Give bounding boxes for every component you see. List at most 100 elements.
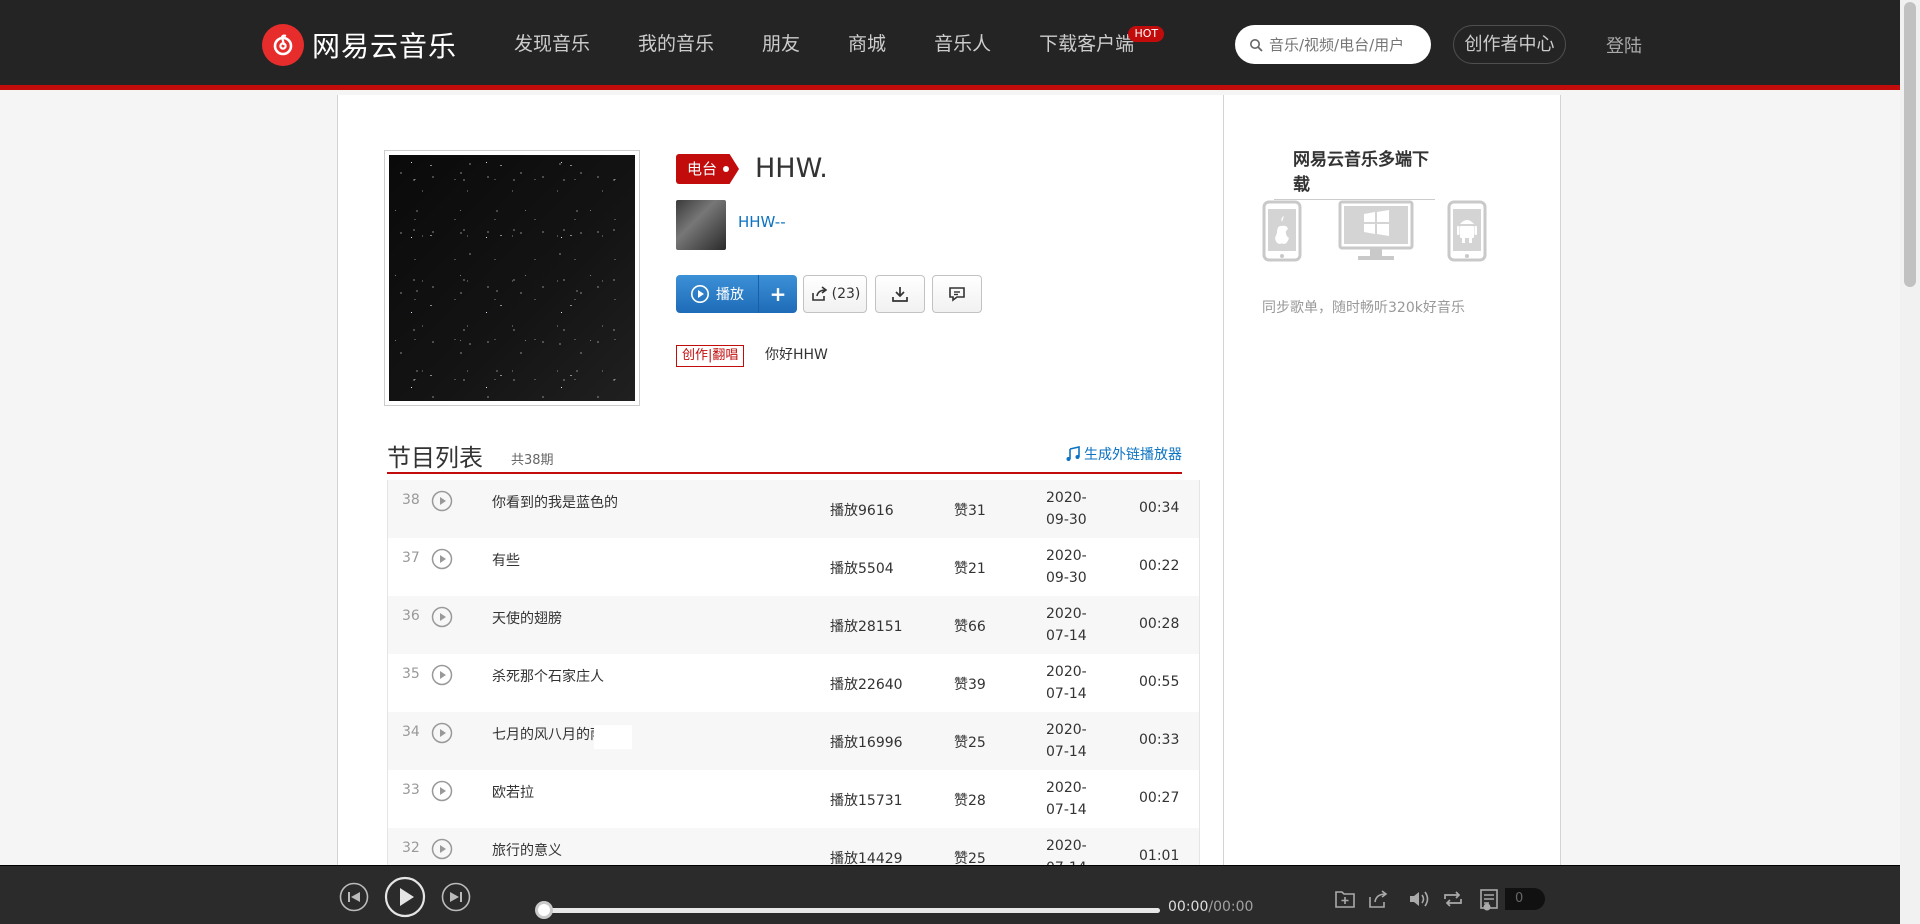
table-row[interactable]: 34 七月的风八月的雨 播放16996 赞25 2020- 07-14 00:33 <box>388 712 1199 770</box>
table-row[interactable]: 32 旅行的意义 播放14429 赞25 2020-07-14 01:01 <box>388 828 1199 865</box>
play-label: 播放 <box>716 287 744 303</box>
program-likes: 赞25 <box>954 735 986 751</box>
author-avatar[interactable] <box>676 200 726 250</box>
program-plays: 播放5504 <box>830 561 894 577</box>
date-year: 2020- <box>1046 838 1087 854</box>
category-tag[interactable]: 创作|翻唱 <box>676 345 745 367</box>
download-button[interactable] <box>875 275 925 313</box>
share-icon <box>811 286 827 301</box>
table-row[interactable]: 38 你看到的我是蓝色的 播放9616 赞31 2020- 09-30 00:34 <box>388 480 1199 538</box>
program-name[interactable]: 旅行的意义 <box>492 840 562 860</box>
player-bar <box>0 865 1900 924</box>
add-to-playlist-button[interactable]: + <box>759 275 797 313</box>
table-row[interactable]: 33 欧若拉 播放15731 赞28 2020- 07-14 00:27 <box>388 770 1199 828</box>
play-icon[interactable] <box>431 548 453 570</box>
nav-download-client[interactable]: 下载客户端 HOT <box>1015 0 1165 85</box>
share-button[interactable]: (23) <box>803 275 867 313</box>
date-month-day: 07-14 <box>1046 686 1087 702</box>
nav-friends[interactable]: 朋友 <box>738 0 824 85</box>
program-date: 2020- 09-30 <box>1046 545 1096 589</box>
play-icon[interactable] <box>431 490 453 512</box>
radio-title: HHW. <box>755 153 828 184</box>
play-pause-icon[interactable] <box>384 876 426 918</box>
date-year: 2020- <box>1046 722 1087 738</box>
nav-my-music[interactable]: 我的音乐 <box>614 0 738 85</box>
next-track-icon[interactable] <box>441 882 471 912</box>
loop-icon[interactable] <box>1441 887 1465 911</box>
program-plays: 播放22640 <box>830 677 903 693</box>
top-navigation-bar: 网易云音乐 发现音乐 我的音乐 朋友 商城 音乐人 下载客户端 HOT 创作者中… <box>0 0 1900 90</box>
program-date: 2020- 07-14 <box>1046 777 1096 821</box>
total-time: /00:00 <box>1208 899 1254 915</box>
program-number: 33 <box>402 782 420 798</box>
program-date: 2020- 07-14 <box>1046 603 1096 647</box>
sidebar-subtitle: 同步歌单，随时畅听320k好音乐 <box>1262 300 1465 316</box>
apple-phone-icon[interactable] <box>1262 200 1302 262</box>
hot-badge: HOT <box>1128 26 1165 42</box>
program-duration: 00:55 <box>1139 674 1180 690</box>
logo[interactable]: 网易云音乐 <box>262 24 457 66</box>
page-scrollbar-thumb[interactable] <box>1904 2 1916 287</box>
content-divider <box>1223 95 1224 865</box>
login-link[interactable]: 登陆 <box>1606 32 1642 58</box>
date-year: 2020- <box>1046 780 1087 796</box>
program-count: 共38期 <box>511 453 554 468</box>
share-player-icon[interactable] <box>1366 887 1390 911</box>
program-name[interactable]: 欧若拉 <box>492 782 534 802</box>
generate-player-link[interactable]: 生成外链播放器 <box>1065 444 1182 464</box>
table-row[interactable]: 36 天使的翅膀 播放28151 赞66 2020- 07-14 00:28 <box>388 596 1199 654</box>
play-circle-icon <box>691 285 709 303</box>
play-icon[interactable] <box>431 664 453 686</box>
comment-icon <box>949 287 965 302</box>
play-icon[interactable] <box>431 722 453 744</box>
date-month-day: 07-14 <box>1046 802 1087 818</box>
play-all-button[interactable]: 播放 <box>676 275 759 313</box>
program-name[interactable]: 有些 <box>492 550 520 570</box>
program-name[interactable]: 杀死那个石家庄人 <box>492 666 604 686</box>
author-link[interactable]: HHW-- <box>738 213 786 231</box>
generate-player-label: 生成外链播放器 <box>1084 447 1182 463</box>
table-row[interactable]: 35 杀死那个石家庄人 播放22640 赞39 2020- 07-14 00:55 <box>388 654 1199 712</box>
download-icon <box>892 287 908 302</box>
volume-icon[interactable] <box>1407 887 1431 911</box>
android-phone-icon[interactable] <box>1447 200 1487 262</box>
program-list: 38 你看到的我是蓝色的 播放9616 赞31 2020- 09-30 00:34… <box>387 480 1200 865</box>
comment-button[interactable] <box>932 275 982 313</box>
nav-download-label: 下载客户端 <box>1039 33 1135 55</box>
program-number: 32 <box>402 840 420 856</box>
netease-music-logo-icon <box>262 24 304 66</box>
program-list-title: 节目列表 <box>387 444 483 472</box>
windows-pc-icon[interactable] <box>1338 200 1414 262</box>
previous-track-icon[interactable] <box>339 882 369 912</box>
play-icon[interactable] <box>431 780 453 802</box>
program-list-header: 节目列表 共38期 生成外链播放器 <box>387 438 1182 474</box>
program-name[interactable]: 你看到的我是蓝色的 <box>492 492 618 512</box>
date-month-day: 07-14 <box>1046 744 1087 760</box>
main-content: 电台 HHW. HHW-- 播放 + (23) 创作|翻唱 你好HHW 节目列表… <box>337 95 1561 865</box>
search-input[interactable] <box>1269 35 1419 54</box>
progress-bar[interactable] <box>545 908 1160 913</box>
nav-discover[interactable]: 发现音乐 <box>490 0 614 85</box>
program-name[interactable]: 七月的风八月的雨 <box>492 724 604 744</box>
music-note-icon <box>1066 446 1080 461</box>
play-icon[interactable] <box>431 606 453 628</box>
date-month-day: 09-30 <box>1046 570 1087 586</box>
program-likes: 赞31 <box>954 503 986 519</box>
playlist-count: 0 <box>1505 888 1545 910</box>
nav-musicians[interactable]: 音乐人 <box>910 0 1015 85</box>
nav-mall[interactable]: 商城 <box>824 0 910 85</box>
program-number: 38 <box>402 492 420 508</box>
program-plays: 播放28151 <box>830 619 903 635</box>
table-row[interactable]: 37 有些 播放5504 赞21 2020- 09-30 00:22 <box>388 538 1199 596</box>
program-name[interactable]: 天使的翅膀 <box>492 608 562 628</box>
program-date: 2020- 07-14 <box>1046 719 1096 763</box>
creator-center-button[interactable]: 创作者中心 <box>1453 25 1566 64</box>
playlist-icon[interactable] <box>1478 887 1502 911</box>
progress-knob[interactable] <box>535 901 553 919</box>
program-likes: 赞66 <box>954 619 986 635</box>
radio-cover <box>384 150 640 406</box>
search-box[interactable] <box>1235 25 1431 64</box>
play-icon[interactable] <box>431 838 453 860</box>
add-folder-icon[interactable] <box>1333 887 1357 911</box>
program-plays: 播放9616 <box>830 503 894 519</box>
